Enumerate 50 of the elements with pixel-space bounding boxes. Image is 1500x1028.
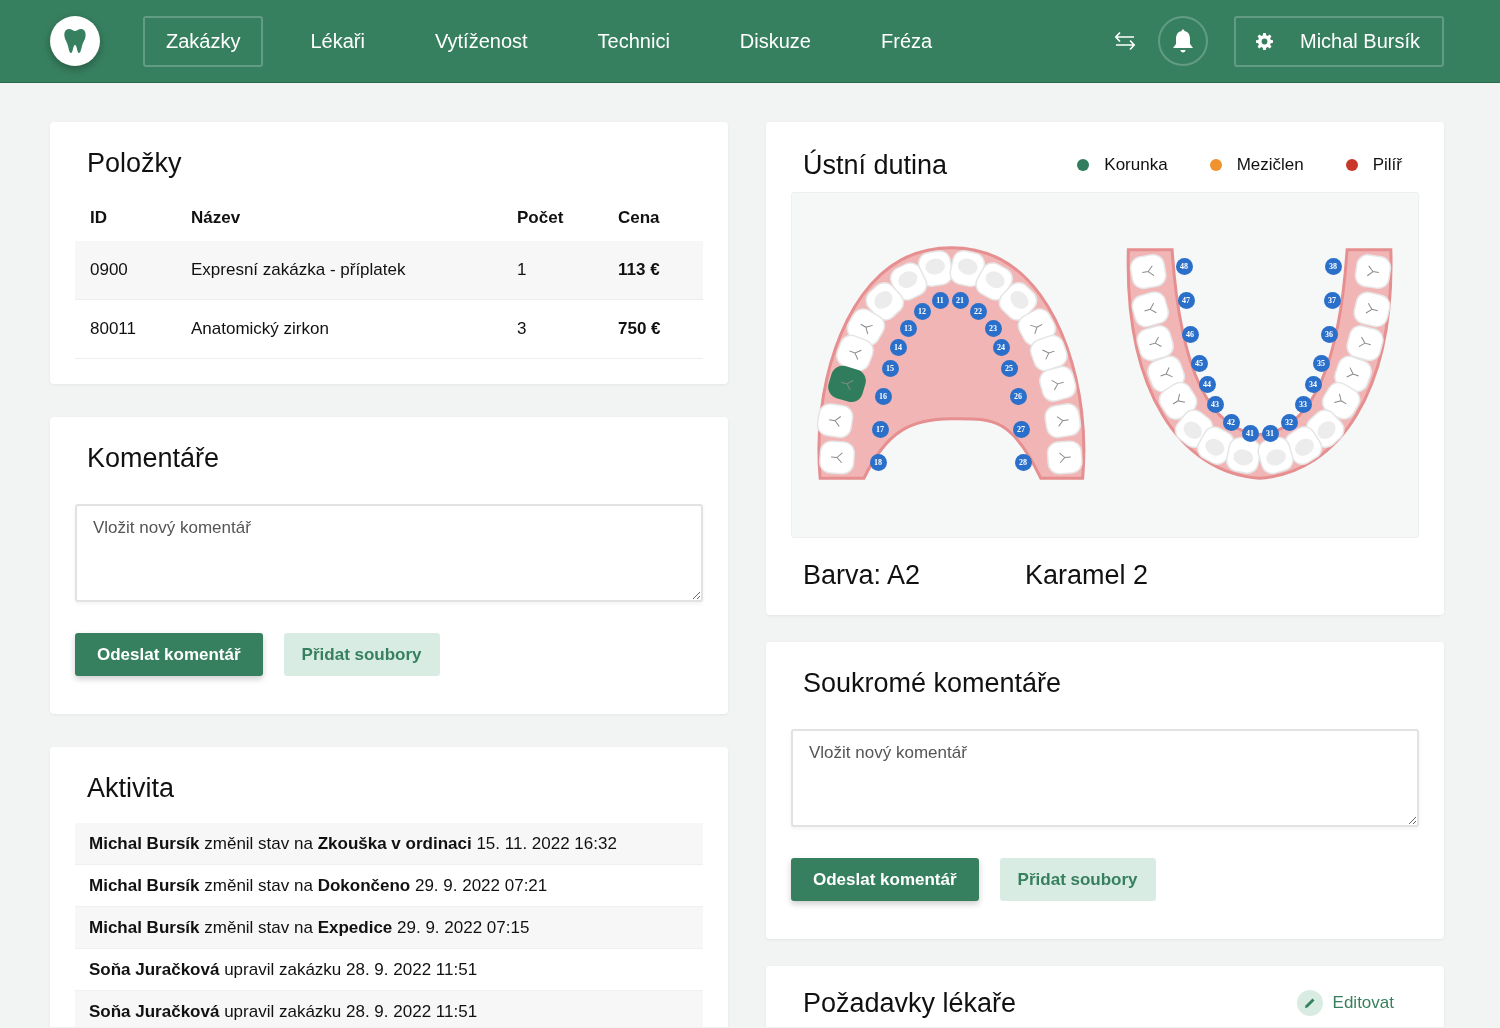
shade-name: Karamel 2 [1025, 560, 1149, 591]
tooth-number[interactable]: 37 [1323, 291, 1341, 309]
tooth-number[interactable]: 32 [1280, 413, 1298, 431]
nav-tab[interactable]: Zakázky [143, 15, 264, 67]
card-title: Komentáře [87, 442, 220, 474]
table-cell: Anatomický zirkon [176, 300, 502, 359]
tooth-number[interactable]: 35 [1312, 354, 1330, 372]
nav-tab[interactable]: Technici [574, 15, 693, 67]
column-header: Počet [516, 207, 565, 229]
comment-field[interactable]: Vložit nový komentář [75, 504, 703, 602]
activity-entry: Michal Bursík změnil stav na Zkouška v ordinaci 15. 11. 2022 16:32 [75, 823, 703, 865]
table-cell: 3 [502, 300, 603, 359]
table-cell: 113 € [603, 241, 703, 300]
table-cell: Expresní zakázka - příplatek [176, 241, 502, 300]
legend-label: Mezičlen [1236, 155, 1304, 175]
add-files-button[interactable]: Přidat soubory [999, 858, 1156, 901]
send-comment-button[interactable]: Odeslat komentář [75, 633, 263, 676]
shade-label: Barva: A2 [803, 560, 922, 591]
send-comment-button[interactable]: Odeslat komentář [791, 858, 979, 901]
table-cell: 1 [502, 241, 603, 300]
card-title: Ústní dutina [803, 149, 948, 181]
add-files-button[interactable]: Přidat soubory [283, 633, 440, 676]
nav-tab[interactable]: Fréza [858, 15, 956, 67]
tooth-number[interactable]: 33 [1294, 395, 1312, 413]
tooth-number[interactable]: 34 [1304, 375, 1322, 393]
legend-label: Pilíř [1372, 155, 1402, 175]
column-header: Název [190, 207, 242, 229]
tooth-number[interactable]: 36 [1320, 325, 1338, 343]
edit-link[interactable]: Editovat [1296, 990, 1394, 1016]
user-menu-button[interactable]: Michal Bursík [1234, 15, 1444, 67]
table-cell: 80011 [75, 300, 176, 359]
card-title: Soukromé komentáře [803, 667, 1062, 699]
nav-tab[interactable]: Diskuze [716, 15, 834, 67]
nav-tab[interactable]: Lékaři [287, 15, 388, 67]
table-cell: 750 € [603, 300, 703, 359]
comment-field[interactable]: Vložit nový komentář [791, 729, 1419, 827]
column-header: Cena [617, 207, 661, 229]
tooth-number[interactable]: 38 [1324, 257, 1342, 275]
tooth-number[interactable]: 31 [1261, 424, 1279, 442]
card-title: Požadavky lékaře [803, 987, 1017, 1019]
activity-entry: Soňa Juračková upravil zakázku 28. 9. 2022 11:51 [75, 991, 703, 1027]
tooth-number[interactable]: 48 [1175, 257, 1193, 275]
nav-tab[interactable]: Vytíženost [411, 15, 551, 67]
legend-label: Korunka [1104, 155, 1168, 175]
table-cell: 0900 [75, 241, 176, 300]
activity-entry: Michal Bursík změnil stav na Expedice 29. 9. 2022 07:15 [75, 907, 703, 949]
tooth-number[interactable]: 28 [1014, 453, 1032, 471]
card-title: Aktivita [87, 772, 175, 804]
column-header: ID [89, 207, 108, 229]
card-title: Položky [87, 147, 182, 179]
